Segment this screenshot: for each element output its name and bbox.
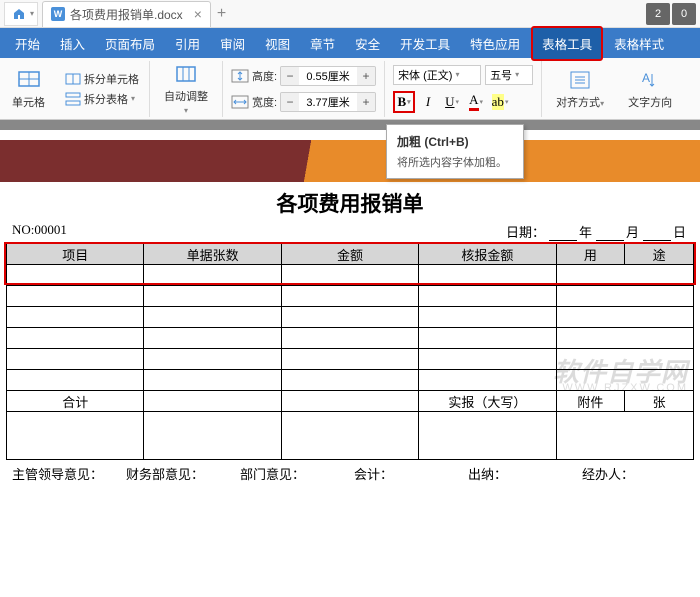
sig-accountant: 会计： bbox=[354, 464, 460, 483]
document-canvas[interactable]: 软件自学网 WWW.RJZXW.COM 各项费用报销单 NO:00001 日期：… bbox=[0, 120, 700, 597]
tooltip-desc: 将所选内容字体加粗。 bbox=[397, 154, 513, 170]
align-icon bbox=[568, 68, 592, 92]
th-purpose-a[interactable]: 用 bbox=[556, 244, 625, 265]
width-inc-button[interactable]: + bbox=[357, 93, 375, 111]
new-tab-button[interactable]: + bbox=[217, 5, 226, 23]
signature-row: 主管领导意见： 财务部意见： 部门意见： 会计： 出纳： 经办人： bbox=[0, 462, 700, 485]
tab-tabletool[interactable]: 表格工具 bbox=[531, 26, 603, 61]
cell-icon bbox=[17, 68, 41, 92]
table-row[interactable] bbox=[7, 286, 694, 307]
sig-manager: 主管领导意见： bbox=[12, 464, 118, 483]
tab-chapter[interactable]: 章节 bbox=[301, 28, 344, 59]
notification-badge-1[interactable]: 2 bbox=[646, 3, 670, 25]
table-row[interactable] bbox=[7, 265, 694, 286]
th-count[interactable]: 单据张数 bbox=[144, 244, 281, 265]
cell-button[interactable]: 单元格 bbox=[6, 66, 51, 112]
page-header-graphic bbox=[0, 140, 700, 182]
tab-insert[interactable]: 插入 bbox=[51, 28, 94, 59]
notification-badge-2[interactable]: 0 bbox=[672, 3, 696, 25]
home-icon bbox=[13, 8, 25, 20]
italic-button[interactable]: I bbox=[417, 91, 439, 113]
doc-date: 日期： 年 月 日 bbox=[506, 222, 688, 241]
document-filename: 各项费用报销单.docx bbox=[70, 6, 183, 23]
width-input[interactable] bbox=[299, 93, 357, 111]
split-table-icon bbox=[65, 91, 81, 107]
tab-dev[interactable]: 开发工具 bbox=[391, 28, 459, 59]
th-verify[interactable]: 核报金额 bbox=[419, 244, 556, 265]
tab-special[interactable]: 特色应用 bbox=[461, 28, 529, 59]
svg-text:A: A bbox=[642, 71, 650, 85]
font-size-select[interactable]: 五号▾ bbox=[485, 65, 533, 85]
height-icon bbox=[231, 69, 249, 83]
split-table-button[interactable]: 拆分表格 ▾ bbox=[63, 90, 141, 108]
height-spinner[interactable]: − + bbox=[280, 66, 376, 86]
th-item[interactable]: 项目 bbox=[7, 244, 144, 265]
document-tab[interactable]: W 各项费用报销单.docx × bbox=[42, 1, 211, 27]
table-header-row[interactable]: 项目 单据张数 金额 核报金额 用 途 bbox=[7, 244, 694, 265]
tab-layout[interactable]: 页面布局 bbox=[96, 28, 164, 59]
tab-security[interactable]: 安全 bbox=[346, 28, 389, 59]
highlight-button[interactable]: ab▾ bbox=[489, 91, 511, 113]
table-row[interactable] bbox=[7, 328, 694, 349]
text-direction-button[interactable]: A 文字方向 bbox=[622, 66, 678, 112]
height-input[interactable] bbox=[299, 67, 357, 85]
home-button[interactable]: ▾ bbox=[4, 2, 38, 26]
th-amount[interactable]: 金额 bbox=[281, 244, 418, 265]
height-label: 高度: bbox=[252, 68, 277, 84]
align-button[interactable]: 对齐方式▾ bbox=[550, 66, 610, 112]
split-cell-button[interactable]: 拆分单元格 bbox=[63, 70, 141, 88]
height-inc-button[interactable]: + bbox=[357, 67, 375, 85]
watermark-sub: WWW.RJZXW.COM bbox=[562, 382, 688, 394]
width-spinner[interactable]: − + bbox=[280, 92, 376, 112]
document-page: 软件自学网 WWW.RJZXW.COM 各项费用报销单 NO:00001 日期：… bbox=[0, 130, 700, 597]
bold-tooltip: 加粗 (Ctrl+B) 将所选内容字体加粗。 bbox=[386, 124, 524, 179]
table-row[interactable] bbox=[7, 412, 694, 460]
sig-cashier: 出纳： bbox=[468, 464, 574, 483]
tooltip-title: 加粗 (Ctrl+B) bbox=[397, 133, 513, 150]
word-doc-icon: W bbox=[51, 7, 65, 21]
table-row[interactable] bbox=[7, 307, 694, 328]
tab-review[interactable]: 审阅 bbox=[211, 28, 254, 59]
width-icon bbox=[231, 95, 249, 109]
sig-finance: 财务部意见： bbox=[126, 464, 232, 483]
bold-button[interactable]: B▾ bbox=[393, 91, 415, 113]
font-color-button[interactable]: A▾ bbox=[465, 91, 487, 113]
tab-ref[interactable]: 引用 bbox=[166, 28, 209, 59]
font-name-select[interactable]: 宋体 (正文)▾ bbox=[393, 65, 481, 85]
tab-view[interactable]: 视图 bbox=[256, 28, 299, 59]
width-label: 宽度: bbox=[252, 94, 277, 110]
height-dec-button[interactable]: − bbox=[281, 67, 299, 85]
tab-tablestyle[interactable]: 表格样式 bbox=[605, 28, 673, 59]
doc-title: 各项费用报销单 bbox=[0, 188, 700, 218]
th-purpose-b[interactable]: 途 bbox=[625, 244, 694, 265]
sig-handler: 经办人： bbox=[582, 464, 688, 483]
close-tab-button[interactable]: × bbox=[194, 6, 202, 22]
width-dec-button[interactable]: − bbox=[281, 93, 299, 111]
split-cell-icon bbox=[65, 71, 81, 87]
text-direction-icon: A bbox=[638, 68, 662, 92]
underline-button[interactable]: U▾ bbox=[441, 91, 463, 113]
doc-number: NO:00001 bbox=[12, 222, 67, 241]
tab-start[interactable]: 开始 bbox=[6, 28, 49, 59]
sig-dept: 部门意见： bbox=[240, 464, 346, 483]
auto-adjust-button[interactable]: 自动调整 ▾ bbox=[158, 60, 214, 117]
auto-adjust-icon bbox=[174, 62, 198, 86]
